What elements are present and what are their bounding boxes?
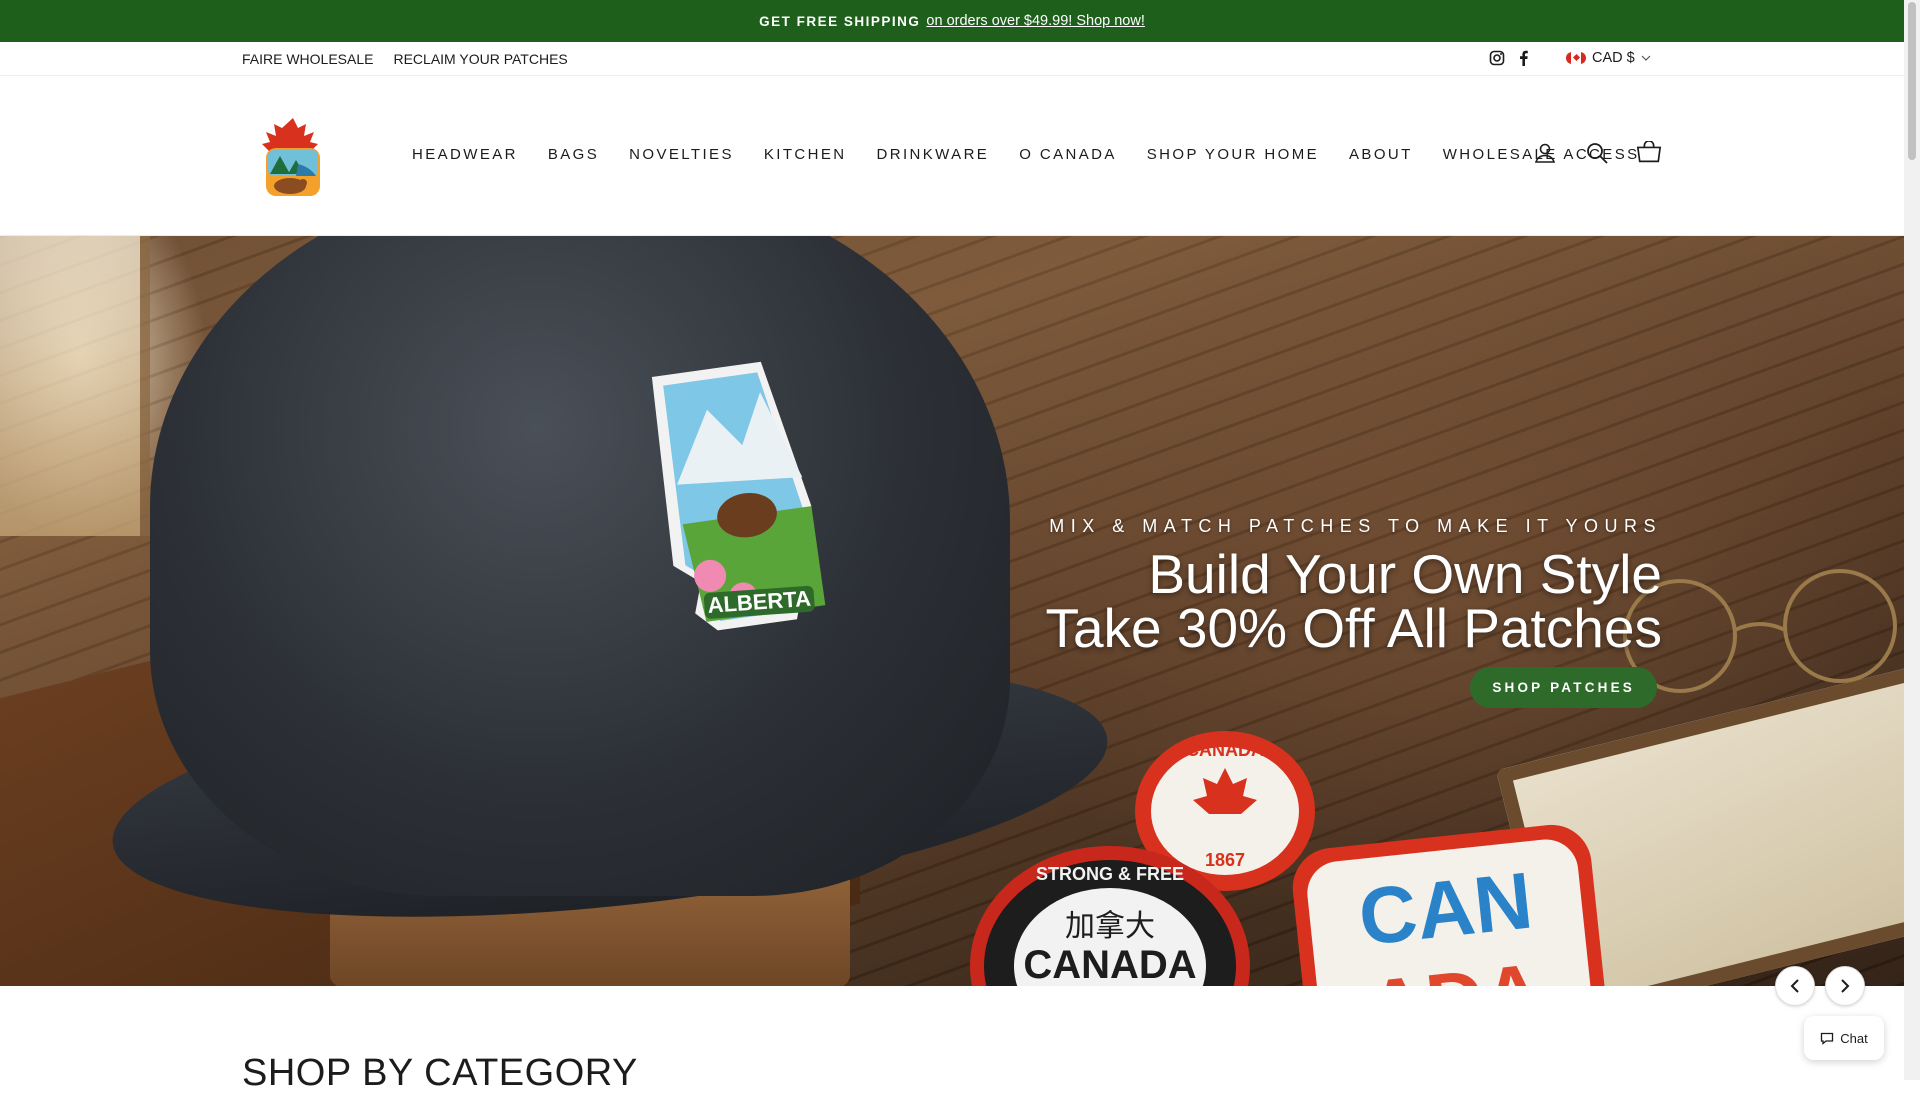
hero-kicker: MIX & MATCH PATCHES TO MAKE IT YOURS [1049, 516, 1662, 536]
header-icons [1532, 140, 1662, 166]
facebook-icon[interactable] [1517, 50, 1529, 71]
nav-o-canada[interactable]: O CANADA [1004, 146, 1132, 163]
reclaim-patches-link[interactable]: RECLAIM YOUR PATCHES [393, 51, 567, 67]
hero-banner: ALBERTA CANADA 1867 STRONG & FREE 加拿大 CA… [0, 236, 1904, 986]
patch-chinese-text: 加拿大 [1065, 909, 1155, 944]
hero-headline-line2: Take 30% Off All Patches [1045, 597, 1662, 659]
nav-bags[interactable]: BAGS [533, 146, 614, 163]
cart-icon[interactable] [1636, 140, 1662, 166]
colorful-canada-patch-image: CAN ADA [1292, 824, 1608, 986]
site-header: HEADWEAR BAGS NOVELTIES KITCHEN DRINKWAR… [0, 76, 1904, 236]
chat-label: Chat [1840, 1030, 1868, 1046]
utility-bar: FAIRE WHOLESALE RECLAIM YOUR PATCHES CAD… [0, 42, 1904, 76]
announcement-bold: GET FREE SHIPPING [759, 13, 921, 29]
patch-canada2-text: CANADA [1023, 943, 1196, 986]
patch-strong-free-text: STRONG & FREE [1036, 864, 1184, 884]
shop-patches-button[interactable]: SHOP PATCHES [1470, 667, 1657, 708]
hero-copy: MIX & MATCH PATCHES TO MAKE IT YOURS Bui… [1045, 516, 1662, 708]
patch-canada-text: CANADA [1186, 740, 1264, 760]
announcement-link[interactable]: on orders over $49.99! Shop now! [926, 13, 1144, 29]
window-light [0, 236, 150, 536]
faire-wholesale-link[interactable]: FAIRE WHOLESALE [242, 51, 373, 67]
nav-shop-your-home[interactable]: SHOP YOUR HOME [1132, 146, 1334, 163]
strong-free-patch-image: STRONG & FREE 加拿大 CANADA [970, 846, 1250, 986]
nav-kitchen[interactable]: KITCHEN [749, 146, 862, 163]
slide-next-button[interactable] [1825, 966, 1865, 1006]
search-icon[interactable] [1584, 140, 1610, 166]
brand-logo[interactable] [258, 114, 328, 200]
chevron-right-icon [1841, 979, 1850, 993]
currency-label: CAD $ [1592, 50, 1635, 66]
utility-links: FAIRE WHOLESALE RECLAIM YOUR PATCHES [242, 51, 568, 67]
page-scrollbar[interactable] [1904, 0, 1920, 1080]
instagram-icon[interactable] [1489, 50, 1505, 71]
canada-flag-icon [1566, 52, 1586, 64]
patch-can-text: CAN [1355, 855, 1537, 962]
account-icon[interactable] [1532, 140, 1558, 166]
chevron-down-icon [1641, 55, 1651, 61]
nav-drinkware[interactable]: DRINKWARE [862, 146, 1005, 163]
hero-headline-line1: Build Your Own Style [1148, 543, 1662, 605]
nav-about[interactable]: ABOUT [1334, 146, 1428, 163]
chevron-left-icon [1790, 979, 1799, 993]
nav-novelties[interactable]: NOVELTIES [614, 146, 749, 163]
nav-headwear[interactable]: HEADWEAR [412, 146, 533, 163]
currency-selector[interactable]: CAD $ [1566, 50, 1651, 66]
section-title: SHOP BY CATEGORY [242, 1052, 638, 1094]
scrollbar-thumb[interactable] [1908, 2, 1916, 160]
slide-prev-button[interactable] [1775, 966, 1815, 1006]
announcement-bar: GET FREE SHIPPING on orders over $49.99!… [0, 0, 1904, 42]
hat-image [150, 236, 1010, 896]
chat-button[interactable]: Chat [1804, 1016, 1884, 1060]
chat-bubble-icon [1821, 1032, 1834, 1045]
social-links [1489, 50, 1529, 71]
hero-headline: Build Your Own Style Take 30% Off All Pa… [1045, 543, 1662, 659]
main-nav: HEADWEAR BAGS NOVELTIES KITCHEN DRINKWAR… [412, 146, 1655, 163]
